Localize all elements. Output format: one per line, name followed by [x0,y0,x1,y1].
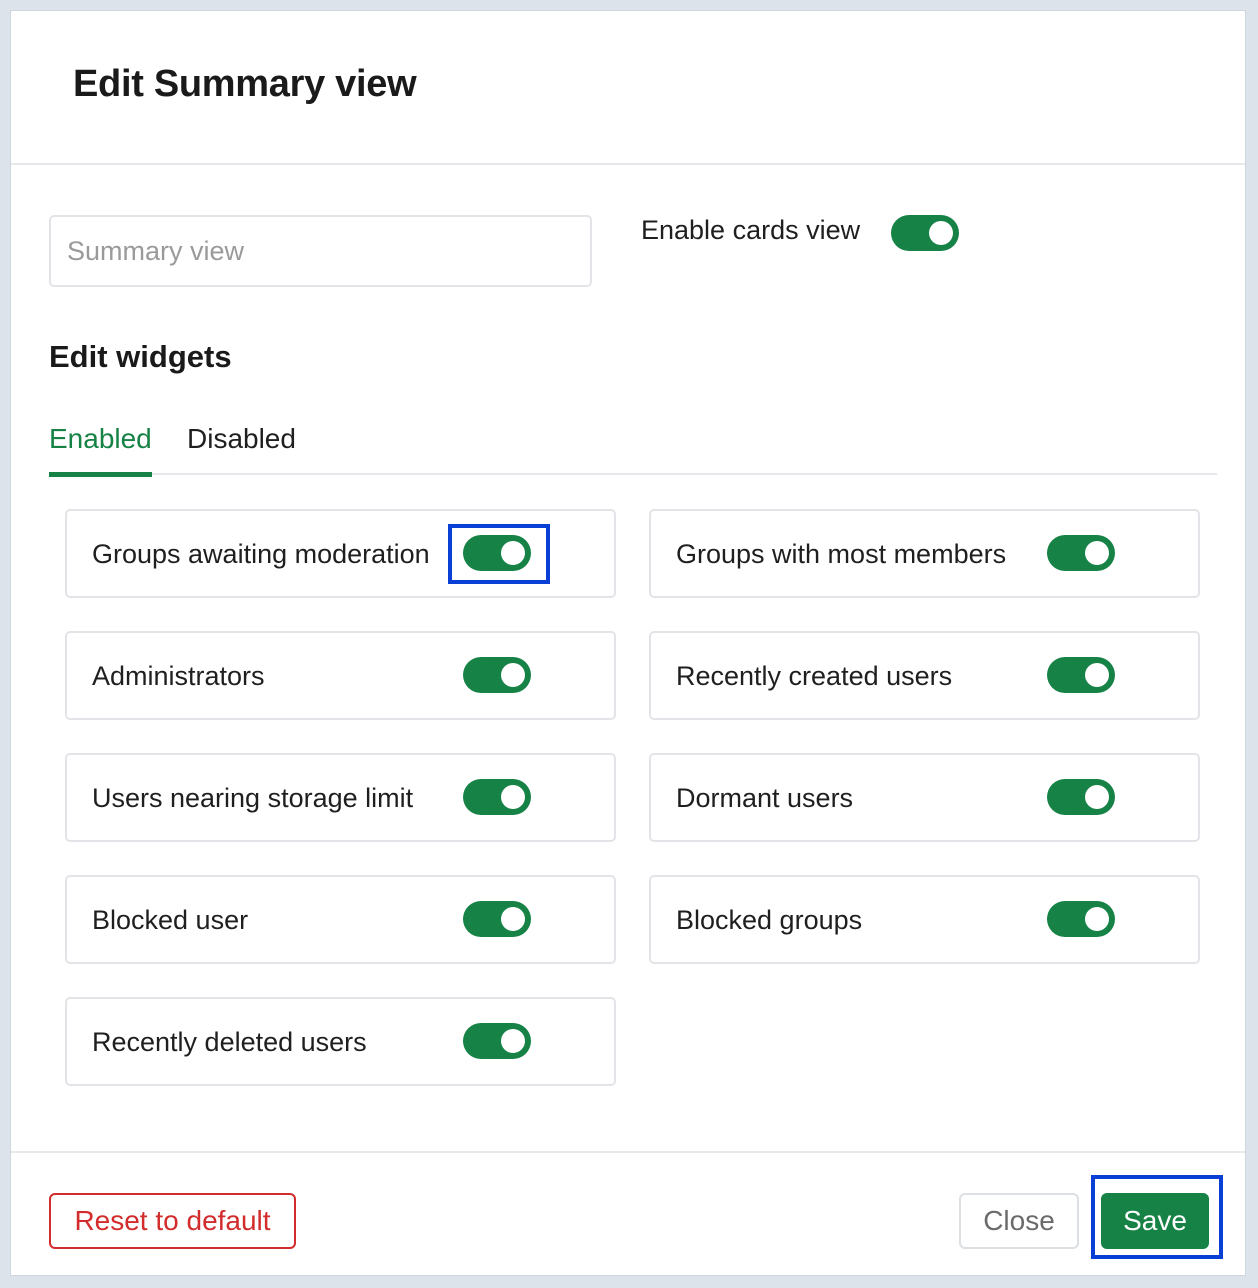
toggle-knob [501,907,525,931]
edit-summary-view-dialog: Edit Summary view Enable cards view Edit… [10,10,1246,1276]
widget-recently-created-users: Recently created users [649,631,1200,720]
enable-cards-view-label: Enable cards view [641,215,861,245]
widget-users-nearing-storage-limit: Users nearing storage limit [65,753,616,842]
tab-enabled[interactable]: Enabled [49,423,152,477]
widget-toggle-recently-created-users[interactable] [1047,657,1115,693]
widget-label: Blocked groups [676,905,863,935]
widget-toggle-dormant-users[interactable] [1047,779,1115,815]
toggle-knob [501,1029,525,1053]
toggle-focus-highlight [448,524,550,584]
toggle-knob [1085,663,1109,687]
widget-label: Dormant users [676,783,854,813]
reset-to-default-button[interactable]: Reset to default [49,1193,296,1249]
tab-disabled[interactable]: Disabled [187,423,296,475]
widget-toggle-users-nearing-storage-limit[interactable] [463,779,531,815]
toggle-knob [1085,907,1109,931]
widget-label: Recently created users [676,661,953,691]
widget-label: Groups with most members [676,539,1007,569]
widget-dormant-users: Dormant users [649,753,1200,842]
footer-divider [11,1151,1245,1153]
toggle-knob [1085,541,1109,565]
edit-widgets-heading: Edit widgets [49,339,232,374]
widget-toggle-administrators[interactable] [463,657,531,693]
widget-toggle-groups-with-most-members[interactable] [1047,535,1115,571]
save-button[interactable]: Save [1101,1193,1209,1249]
close-button[interactable]: Close [959,1193,1079,1249]
toggle-knob [1085,785,1109,809]
widget-administrators: Administrators [65,631,616,720]
widget-label: Users nearing storage limit [92,783,414,813]
dialog-header: Edit Summary view [11,11,1245,165]
widget-label: Recently deleted users [92,1027,367,1057]
widget-toggle-blocked-user[interactable] [463,901,531,937]
dialog-title: Edit Summary view [73,63,417,105]
widget-toggle-recently-deleted-users[interactable] [463,1023,531,1059]
widget-groups-with-most-members: Groups with most members [649,509,1200,598]
toggle-knob [501,663,525,687]
enable-cards-view-toggle[interactable] [891,215,959,251]
widget-blocked-groups: Blocked groups [649,875,1200,964]
view-name-input[interactable] [49,215,592,287]
widget-blocked-user: Blocked user [65,875,616,964]
toggle-knob [501,785,525,809]
widget-recently-deleted-users: Recently deleted users [65,997,616,1086]
toggle-knob [929,221,953,245]
widget-label: Groups awaiting moderation [92,539,430,569]
widget-label: Administrators [92,661,265,691]
widget-label: Blocked user [92,905,249,935]
widget-toggle-blocked-groups[interactable] [1047,901,1115,937]
widget-tabs: Enabled Disabled [49,423,1217,477]
